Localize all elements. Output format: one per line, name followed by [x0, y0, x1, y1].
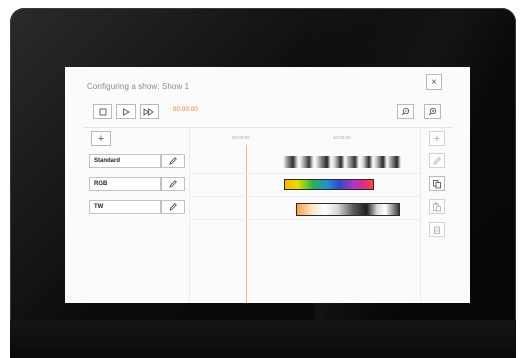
zoom-out-icon: [401, 107, 410, 116]
copy-icon: [433, 179, 441, 188]
stop-button[interactable]: [93, 104, 113, 119]
play-button[interactable]: [116, 104, 136, 119]
transport-controls: [93, 104, 163, 119]
edit-track-button[interactable]: [161, 154, 185, 168]
add-icon: +: [433, 132, 441, 145]
delete-icon: [434, 226, 440, 234]
show-config-dialog: Configuring a show: Show 1 × 00:00:00 + …: [65, 67, 470, 303]
track-label-rgb[interactable]: RGB: [89, 177, 161, 191]
add-track-button[interactable]: +: [91, 131, 111, 146]
paste-icon: [433, 202, 441, 211]
dialog-title: Configuring a show: Show 1: [87, 82, 190, 91]
tools-column-divider: [420, 127, 421, 303]
copy-clip-button[interactable]: [429, 176, 445, 191]
pencil-icon: [169, 157, 177, 165]
pencil-icon: [169, 180, 177, 188]
timeline-tick: 10:00:00: [333, 135, 351, 140]
track-row-divider: [189, 173, 420, 174]
paste-clip-button[interactable]: [429, 199, 445, 214]
toolbar-divider: [83, 127, 453, 128]
zoom-in-button[interactable]: [424, 104, 441, 119]
stop-icon: [99, 108, 107, 115]
pencil-icon: [433, 156, 441, 165]
add-clip-button[interactable]: +: [429, 131, 445, 146]
delete-clip-button[interactable]: [429, 222, 445, 237]
close-button[interactable]: ×: [426, 74, 442, 90]
device-bezel-bottom: [10, 320, 516, 358]
fast-forward-icon: [143, 107, 155, 116]
close-icon: ×: [431, 76, 437, 88]
fast-forward-button[interactable]: [139, 104, 159, 119]
zoom-out-button[interactable]: [397, 104, 414, 119]
clip-rgb-frame: [284, 179, 374, 190]
edit-track-button[interactable]: [161, 177, 185, 191]
track-column-divider: [189, 127, 190, 303]
zoom-in-icon: [428, 107, 437, 116]
edit-track-button[interactable]: [161, 200, 185, 214]
track-row-divider: [189, 219, 420, 220]
add-icon: +: [97, 132, 105, 145]
pencil-icon: [169, 203, 177, 211]
edit-clip-button[interactable]: [429, 153, 445, 168]
track-label-standard[interactable]: Standard: [89, 154, 161, 168]
play-icon: [123, 107, 130, 116]
time-display: 00:00:00: [173, 107, 198, 113]
track-row-divider: [189, 196, 420, 197]
clip-standard[interactable]: [283, 156, 401, 168]
timeline-tick: 00:00:00: [232, 135, 250, 140]
playhead[interactable]: [246, 145, 247, 303]
clip-tw-frame: [296, 203, 400, 216]
track-label-tw[interactable]: TW: [89, 200, 161, 214]
